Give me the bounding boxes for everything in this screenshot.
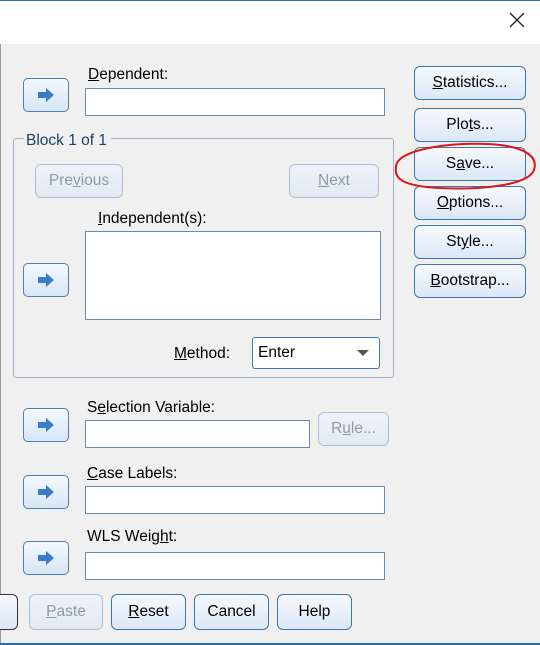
reset-button[interactable]: Reset bbox=[111, 594, 186, 630]
style-button[interactable]: St y le... bbox=[414, 225, 526, 259]
rule-button[interactable]: Ru le... bbox=[318, 412, 389, 446]
dependent-label: Dependent: bbox=[88, 66, 169, 83]
move-to-independent-button[interactable] bbox=[23, 263, 69, 297]
method-select[interactable]: Enter bbox=[252, 337, 380, 369]
selection-variable-field[interactable] bbox=[85, 420, 310, 448]
plots-button[interactable]: Plo t s... bbox=[414, 108, 526, 142]
dependent-field[interactable] bbox=[85, 88, 385, 116]
move-to-selection-button[interactable] bbox=[23, 408, 69, 442]
previous-button[interactable]: Pre v ious bbox=[35, 164, 123, 198]
block-legend: Block 1 of 1 bbox=[24, 132, 111, 150]
ok-button-partial[interactable] bbox=[0, 594, 18, 630]
arrow-right-icon bbox=[38, 485, 54, 499]
paste-button[interactable]: Paste bbox=[29, 594, 103, 630]
case-labels-label: Case Labels: bbox=[87, 465, 178, 482]
help-button[interactable]: Help bbox=[277, 594, 352, 630]
arrow-right-icon bbox=[38, 418, 54, 432]
wls-weight-field[interactable] bbox=[85, 552, 385, 580]
move-to-wls-weight-button[interactable] bbox=[23, 541, 69, 575]
independent-label: Independent(s): bbox=[98, 210, 207, 227]
move-to-dependent-button[interactable] bbox=[23, 78, 69, 112]
close-icon[interactable] bbox=[508, 11, 526, 29]
next-button[interactable]: Next bbox=[289, 164, 379, 198]
move-to-case-labels-button[interactable] bbox=[23, 475, 69, 509]
bootstrap-button[interactable]: Bootstrap... bbox=[414, 264, 526, 298]
arrow-right-icon bbox=[38, 551, 54, 565]
arrow-right-icon bbox=[38, 88, 54, 102]
title-bar bbox=[0, 0, 540, 44]
case-labels-field[interactable] bbox=[85, 486, 385, 514]
method-selected-value: Enter bbox=[258, 344, 296, 361]
arrow-right-icon bbox=[38, 273, 54, 287]
selection-variable-label: Selection Variable: bbox=[87, 399, 216, 416]
window-left-edge bbox=[0, 44, 1, 645]
independent-list[interactable] bbox=[85, 231, 381, 320]
statistics-button[interactable]: Statistics... bbox=[414, 66, 526, 100]
wls-weight-label: WLS Weight: bbox=[87, 528, 178, 545]
method-label: Method: bbox=[174, 345, 231, 362]
cancel-button[interactable]: Cancel bbox=[194, 594, 269, 630]
options-button[interactable]: Options... bbox=[414, 186, 526, 220]
chevron-down-icon bbox=[357, 350, 369, 356]
save-button[interactable]: Sa ve... bbox=[414, 147, 526, 181]
